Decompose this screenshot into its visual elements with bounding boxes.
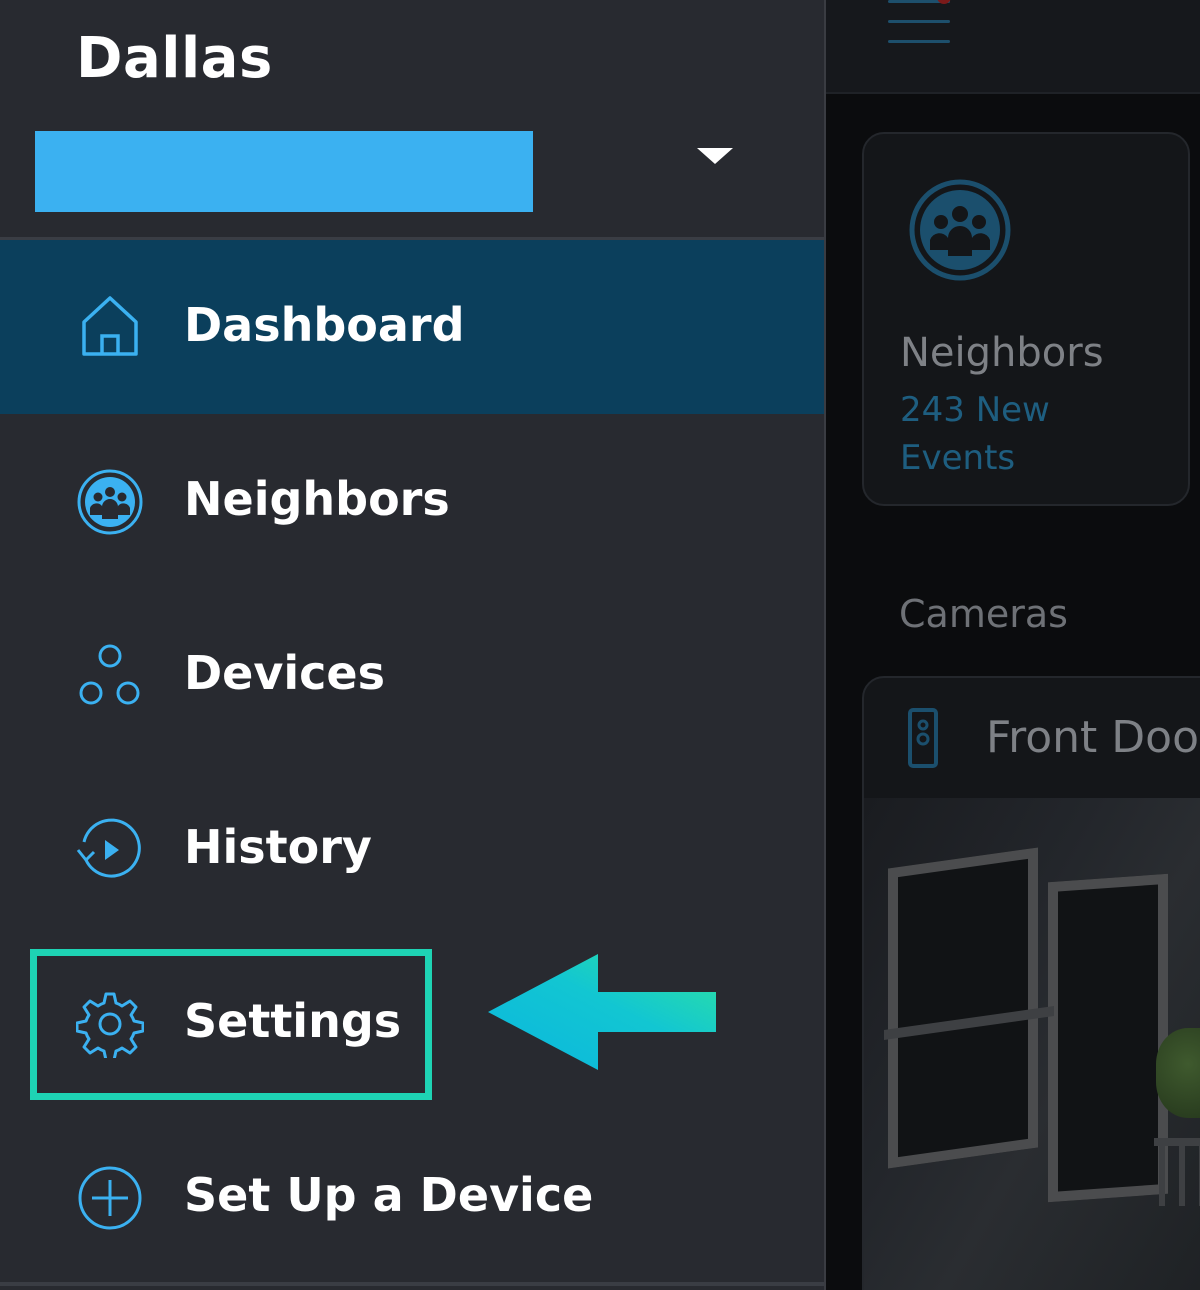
neighbors-card[interactable]: Neighbors 243 New Events	[862, 132, 1190, 506]
navigation-drawer: Dallas Dashboard Neighbors Devices Histo…	[0, 0, 826, 1290]
nav-item-history[interactable]: History	[0, 762, 824, 936]
camera-name: Front Door	[986, 712, 1200, 763]
drawer-header: Dallas	[0, 0, 824, 240]
neighbors-icon	[77, 469, 143, 535]
nav-item-set-up-device[interactable]: Set Up a Device	[0, 1110, 824, 1284]
redacted-account-bar	[35, 131, 533, 212]
nav-label-history: History	[184, 820, 372, 874]
camera-card[interactable]: Front Door	[862, 676, 1200, 1290]
background-dashboard: Neighbors 243 New Events Cameras Front D…	[826, 0, 1200, 1290]
nav-label-dashboard: Dashboard	[184, 298, 465, 352]
nav-item-devices[interactable]: Devices	[0, 588, 824, 762]
top-bar	[826, 0, 1200, 94]
settings-highlight-box	[30, 949, 432, 1100]
camera-card-header: Front Door	[864, 678, 1200, 798]
nav-item-neighbors[interactable]: Neighbors	[0, 414, 824, 588]
notification-dot	[937, 0, 951, 4]
devices-icon	[79, 644, 140, 705]
plus-circle-icon	[78, 1166, 142, 1230]
nav-item-dashboard[interactable]: Dashboard	[0, 240, 824, 414]
menu-icon[interactable]	[888, 0, 951, 50]
history-icon	[76, 818, 141, 878]
location-title: Dallas	[76, 26, 273, 91]
camera-preview[interactable]	[864, 798, 1200, 1290]
doorbell-icon	[908, 708, 938, 768]
chevron-down-icon	[697, 148, 733, 164]
nav-label-neighbors: Neighbors	[184, 472, 450, 526]
pointer-arrow-icon	[488, 954, 716, 1070]
nav-label-devices: Devices	[184, 646, 385, 700]
nav-label-set-up-device: Set Up a Device	[184, 1168, 594, 1222]
neighbors-icon	[909, 179, 1011, 281]
cameras-section-label: Cameras	[899, 592, 1068, 636]
home-icon	[82, 296, 138, 356]
divider	[0, 1282, 824, 1286]
new-events-count: 243 New Events	[900, 390, 1050, 478]
location-dropdown[interactable]	[680, 130, 750, 180]
neighbors-card-title: Neighbors	[900, 330, 1104, 376]
